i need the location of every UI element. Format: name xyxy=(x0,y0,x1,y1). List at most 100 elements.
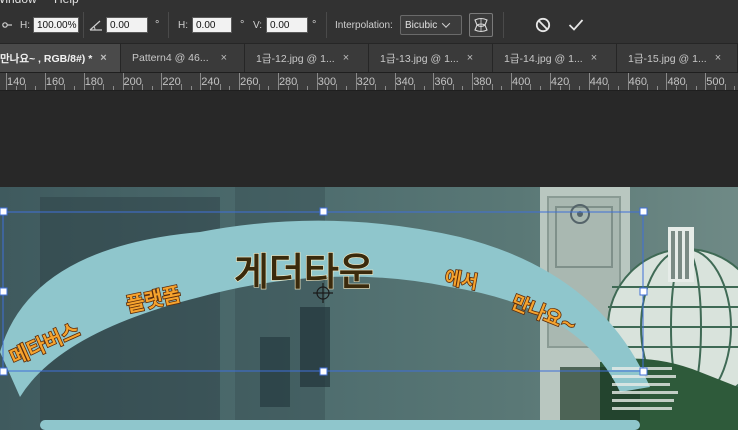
tab-1geup-12[interactable]: 1급-12.jpg @ 1... × xyxy=(245,44,369,72)
ruler-tick xyxy=(481,86,483,90)
ruler-tick xyxy=(569,84,571,90)
ruler-tick xyxy=(190,86,192,90)
close-icon[interactable]: × xyxy=(467,52,473,64)
cancel-transform-button[interactable] xyxy=(535,6,551,44)
ruler-tick xyxy=(617,86,619,90)
ruler-tick xyxy=(588,73,590,90)
ruler-tick xyxy=(608,84,610,90)
ruler-tick xyxy=(647,84,649,90)
ruler-tick xyxy=(6,73,7,90)
ruler-tick xyxy=(336,84,338,90)
ruler-tick xyxy=(627,73,629,90)
ruler-tick xyxy=(209,86,211,90)
ruler-tick xyxy=(666,73,668,90)
ruler-tick xyxy=(394,73,396,90)
tab-label: Pattern4 @ 46... xyxy=(132,52,209,64)
ruler-tick xyxy=(656,86,658,90)
height-percent-field[interactable]: 100.00% xyxy=(33,17,79,33)
cancel-icon xyxy=(535,17,551,33)
v-skew-unit: ° xyxy=(312,19,317,31)
document-tab-bar: 만나요~ , RGB/8#) * × Pattern4 @ 46... × 1급… xyxy=(0,44,738,73)
ruler-tick xyxy=(112,86,114,90)
ruler-tick xyxy=(695,86,697,90)
angle-unit: ° xyxy=(155,19,160,31)
warp-mode-button[interactable] xyxy=(469,13,493,37)
ruler-tick xyxy=(520,86,522,90)
divider xyxy=(503,12,504,38)
close-icon[interactable]: × xyxy=(343,52,349,64)
ruler-tick xyxy=(384,86,386,90)
ruler-tick xyxy=(491,84,493,90)
interpolation-select[interactable]: Bicubic xyxy=(400,15,462,35)
document-canvas[interactable]: 메타버스 플랫폼 게더타운 에서 만나요~ xyxy=(0,187,738,430)
ruler-tick xyxy=(345,86,347,90)
ruler-tick xyxy=(549,73,551,90)
interpolation-label: Interpolation: xyxy=(335,19,393,31)
ruler-tick xyxy=(248,86,250,90)
ruler-tick xyxy=(229,86,231,90)
ruler-tick xyxy=(316,73,318,90)
tab-label: 만나요~ , RGB/8#) * xyxy=(0,52,93,65)
canvas-pasteboard xyxy=(0,91,738,187)
ruler-tick xyxy=(151,86,153,90)
ruler-tick xyxy=(423,86,425,90)
ruler-tick xyxy=(355,73,357,90)
arc-text-big: 게더타운 xyxy=(234,250,374,294)
link-icon[interactable] xyxy=(2,6,12,44)
ruler-tick xyxy=(462,86,464,90)
tab-label: 1급-13.jpg @ 1... xyxy=(380,52,459,65)
ruler-tick xyxy=(73,86,75,90)
ruler-tick xyxy=(297,84,299,90)
ruler-tick xyxy=(35,86,37,90)
divider xyxy=(83,12,84,38)
tab-pattern4[interactable]: Pattern4 @ 46... × xyxy=(121,44,245,72)
close-icon[interactable]: × xyxy=(100,52,106,64)
ruler-tick xyxy=(219,84,221,90)
ruler-tick xyxy=(433,73,435,90)
horizontal-ruler[interactable]: 140 160 180 200 220 240 260 280 300 320 340 360 380 4… xyxy=(0,73,738,91)
ruler-tick xyxy=(277,73,279,90)
ruler-tick xyxy=(530,84,532,90)
ruler-tick xyxy=(268,86,270,90)
commit-transform-button[interactable] xyxy=(568,6,584,44)
h-skew-field[interactable]: 0.00 xyxy=(192,17,232,33)
ruler-tick xyxy=(64,84,66,90)
ruler-tick xyxy=(132,86,134,90)
tab-document-active[interactable]: 만나요~ , RGB/8#) * × xyxy=(0,44,121,72)
tab-1geup-14[interactable]: 1급-14.jpg @ 1... × xyxy=(493,44,617,72)
ruler-tick xyxy=(685,84,687,90)
ruler-tick xyxy=(705,73,707,90)
ruler-tick xyxy=(44,73,46,90)
ruler-tick xyxy=(171,86,173,90)
ruler-tick xyxy=(715,86,716,90)
ruler-tick xyxy=(559,86,561,90)
ruler-tick xyxy=(404,86,406,90)
ruler-tick xyxy=(287,86,289,90)
close-icon[interactable]: × xyxy=(221,52,227,64)
interpolation-value: Bicubic xyxy=(405,19,438,31)
height-label: H: xyxy=(20,19,30,31)
artwork: 메타버스 플랫폼 게더타운 에서 만나요~ xyxy=(0,187,738,430)
rotate-angle-field[interactable]: 0.00 xyxy=(106,17,148,33)
ruler-tick xyxy=(676,86,678,90)
v-skew-field[interactable]: 0.00 xyxy=(266,17,308,33)
close-icon[interactable]: × xyxy=(591,52,597,64)
ruler-tick xyxy=(180,84,182,90)
ruler-tick xyxy=(93,86,95,90)
ruler-tick xyxy=(161,73,163,90)
ruler-tick xyxy=(511,73,513,90)
ruler-tick xyxy=(15,86,17,90)
tab-1geup-13[interactable]: 1급-13.jpg @ 1... × xyxy=(369,44,493,72)
chevron-down-icon xyxy=(442,19,451,28)
ruler-tick xyxy=(413,84,415,90)
ruler-tick xyxy=(501,86,503,90)
close-icon[interactable]: × xyxy=(715,52,721,64)
v-skew-label: V: xyxy=(253,19,263,31)
angle-icon xyxy=(89,6,103,44)
tab-label: 1급-14.jpg @ 1... xyxy=(504,52,583,65)
ruler-tick xyxy=(141,84,143,90)
ruler-tick xyxy=(724,84,726,90)
ruler-tick xyxy=(326,86,328,90)
tab-1geup-15[interactable]: 1급-15.jpg @ 1... × xyxy=(617,44,738,72)
ruler-tick xyxy=(598,86,600,90)
